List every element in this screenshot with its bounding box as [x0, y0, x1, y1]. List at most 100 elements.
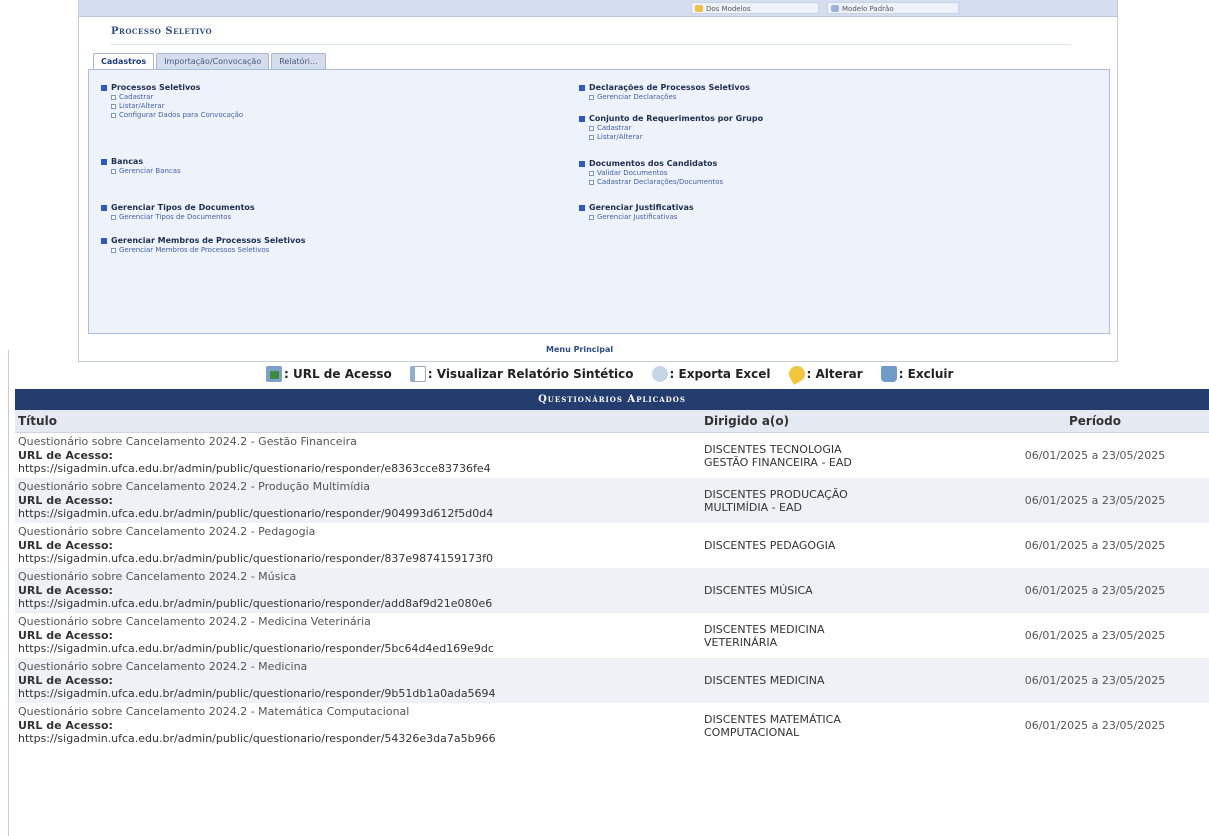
bullet-square-icon	[579, 115, 585, 122]
dirigido-line: MULTIMÍDIA - EAD	[704, 500, 803, 514]
menu-section-title: Processos Seletivos	[101, 82, 243, 93]
url-de-acesso-value: https://sigadmin.ufca.edu.br/admin/publi…	[18, 507, 494, 520]
legend-item-url-de-acesso: : URL de Acesso	[266, 366, 392, 382]
link-bullet-icon	[111, 215, 116, 220]
questionario-title: Questionário sobre Cancelamento 2024.2 -…	[18, 705, 410, 718]
dirigido-line: DISCENTES MEDICINA	[704, 622, 825, 636]
url-label: URL de Acesso:	[18, 449, 113, 462]
bullet-square-icon	[579, 160, 585, 167]
link-bullet-icon	[111, 113, 116, 118]
menu-link[interactable]: Cadastrar Declarações/Documentos	[579, 178, 723, 187]
bullet-square-icon	[579, 84, 585, 91]
menu-section-title: Gerenciar Membros de Processos Seletivos	[101, 235, 305, 246]
menu-section: Documentos dos Candidatos Validar Documen…	[579, 158, 723, 187]
dirigido-line: DISCENTES MEDICINA	[704, 674, 825, 687]
link-bullet-icon	[589, 95, 594, 100]
link-icon	[266, 366, 282, 382]
menu-link[interactable]: Gerenciar Justificativas	[579, 213, 694, 222]
cell-periodo: 06/01/2025 a 23/05/2025	[981, 703, 1209, 748]
table-row: Questionário sobre Cancelamento 2024.2 -…	[15, 478, 1209, 523]
url-label: URL de Acesso:	[18, 584, 113, 597]
bullet-square-icon	[101, 204, 107, 211]
cell-periodo: 06/01/2025 a 23/05/2025	[981, 478, 1209, 523]
column-header-dirigido: Dirigido a(o)	[701, 410, 981, 433]
cell-periodo: 06/01/2025 a 23/05/2025	[981, 613, 1209, 658]
menu-section-title: Bancas	[101, 156, 181, 167]
url-de-acesso-value: https://sigadmin.ufca.edu.br/admin/publi…	[18, 687, 496, 700]
menu-section-title: Gerenciar Tipos de Documentos	[101, 202, 255, 213]
tab-cadastros[interactable]: Cadastros	[93, 53, 155, 70]
menu-section-title: Declarações de Processos Seletivos	[579, 82, 750, 93]
table-row: Questionário sobre Cancelamento 2024.2 -…	[15, 523, 1209, 568]
url-label: URL de Acesso:	[18, 719, 113, 732]
questionario-title: Questionário sobre Cancelamento 2024.2 -…	[18, 615, 371, 628]
menu-link[interactable]: Cadastrar	[101, 93, 243, 102]
cell-titulo: Questionário sobre Cancelamento 2024.2 -…	[15, 432, 701, 478]
menu-link[interactable]: Configurar Dados para Convocação	[101, 111, 243, 120]
link-bullet-icon	[111, 248, 116, 253]
bullet-square-icon	[101, 84, 107, 91]
dirigido-line: DISCENTES PEDAGOGIA	[704, 539, 836, 552]
link-bullet-icon	[111, 95, 116, 100]
tab-relatorios[interactable]: Relatóri...	[271, 53, 326, 69]
cell-dirigido: DISCENTES MÚSICA	[701, 568, 981, 613]
page-left-border	[8, 350, 9, 836]
link-bullet-icon	[111, 104, 116, 109]
link-bullet-icon	[111, 169, 116, 174]
url-de-acesso-value: https://sigadmin.ufca.edu.br/admin/publi…	[18, 597, 493, 610]
menu-link[interactable]: Gerenciar Bancas	[101, 167, 181, 176]
excel-icon	[651, 366, 668, 382]
cell-titulo: Questionário sobre Cancelamento 2024.2 -…	[15, 613, 701, 658]
menu-section: Gerenciar Tipos de Documentos Gerenciar T…	[101, 202, 255, 222]
trash-icon	[880, 366, 897, 382]
menu-section: Gerenciar Justificativas Gerenciar Justif…	[579, 202, 694, 222]
menu-link[interactable]: Listar/Alterar	[579, 133, 763, 142]
top-toolbar-strip: Dos Modelos Modelo Padrão	[79, 0, 1117, 17]
menu-section-title: Gerenciar Justificativas	[579, 202, 694, 213]
dirigido-line: DISCENTES MÚSICA	[704, 584, 813, 597]
table-row: Questionário sobre Cancelamento 2024.2 -…	[15, 703, 1209, 748]
questionario-title: Questionário sobre Cancelamento 2024.2 -…	[18, 435, 357, 448]
cell-titulo: Questionário sobre Cancelamento 2024.2 -…	[15, 478, 701, 523]
strip-button-2[interactable]: Modelo Padrão	[827, 2, 959, 14]
url-de-acesso-value: https://sigadmin.ufca.edu.br/admin/publi…	[18, 552, 494, 565]
action-legend: : URL de Acesso: Visualizar Relatório Si…	[266, 363, 971, 385]
questionario-title: Questionário sobre Cancelamento 2024.2 -…	[18, 480, 371, 493]
dirigido-line: COMPUTACIONAL	[704, 725, 800, 739]
menu-principal-link[interactable]: Menu Principal	[546, 345, 613, 354]
menu-link[interactable]: Gerenciar Declarações	[579, 93, 750, 102]
legend-item-alterar: : Alterar	[785, 363, 863, 385]
table-body: Questionário sobre Cancelamento 2024.2 -…	[15, 432, 1209, 748]
cell-periodo: 06/01/2025 a 23/05/2025	[981, 568, 1209, 613]
cell-dirigido: DISCENTES MEDICINA VETERINÁRIA	[701, 613, 981, 658]
cell-titulo: Questionário sobre Cancelamento 2024.2 -…	[15, 703, 701, 748]
menu-link[interactable]: Cadastrar	[579, 124, 763, 133]
dirigido-line: VETERINÁRIA	[704, 635, 778, 649]
tab-bar: Cadastros Importação/Convocação Relatóri…	[93, 53, 326, 70]
bullet-square-icon	[101, 237, 107, 244]
page-title: Processo Seletivo	[111, 26, 1072, 45]
dirigido-line: DISCENTES TECNOLOGIA	[704, 442, 842, 456]
menu-link[interactable]: Listar/Alterar	[101, 102, 243, 111]
table-caption: Questionários Aplicados	[15, 389, 1209, 410]
tab-content-cadastros: Processos Seletivos Cadastrar Listar/Alter…	[88, 69, 1110, 334]
link-bullet-icon	[589, 135, 594, 140]
strip-button-1[interactable]: Dos Modelos	[691, 2, 819, 14]
menu-section: Declarações de Processos Seletivos Gerenc…	[579, 82, 750, 102]
report-icon	[409, 366, 426, 382]
cell-periodo: 06/01/2025 a 23/05/2025	[981, 432, 1209, 478]
link-bullet-icon	[589, 215, 594, 220]
url-label: URL de Acesso:	[18, 539, 113, 552]
cell-periodo: 06/01/2025 a 23/05/2025	[981, 658, 1209, 703]
tab-importacao-convocacao[interactable]: Importação/Convocação	[156, 53, 270, 69]
questionario-title: Questionário sobre Cancelamento 2024.2 -…	[18, 570, 297, 583]
questionario-title: Questionário sobre Cancelamento 2024.2 -…	[18, 525, 316, 538]
table-row: Questionário sobre Cancelamento 2024.2 -…	[15, 432, 1209, 478]
menu-link[interactable]: Gerenciar Membros de Processos Seletivos	[101, 246, 305, 255]
menu-link[interactable]: Validar Documentos	[579, 169, 723, 178]
menu-link[interactable]: Gerenciar Tipos de Documentos	[101, 213, 255, 222]
url-label: URL de Acesso:	[18, 629, 113, 642]
dirigido-line: DISCENTES MATEMÁTICA	[704, 712, 841, 726]
menu-section-title: Conjunto de Requerimentos por Grupo	[579, 113, 763, 124]
cell-titulo: Questionário sobre Cancelamento 2024.2 -…	[15, 523, 701, 568]
